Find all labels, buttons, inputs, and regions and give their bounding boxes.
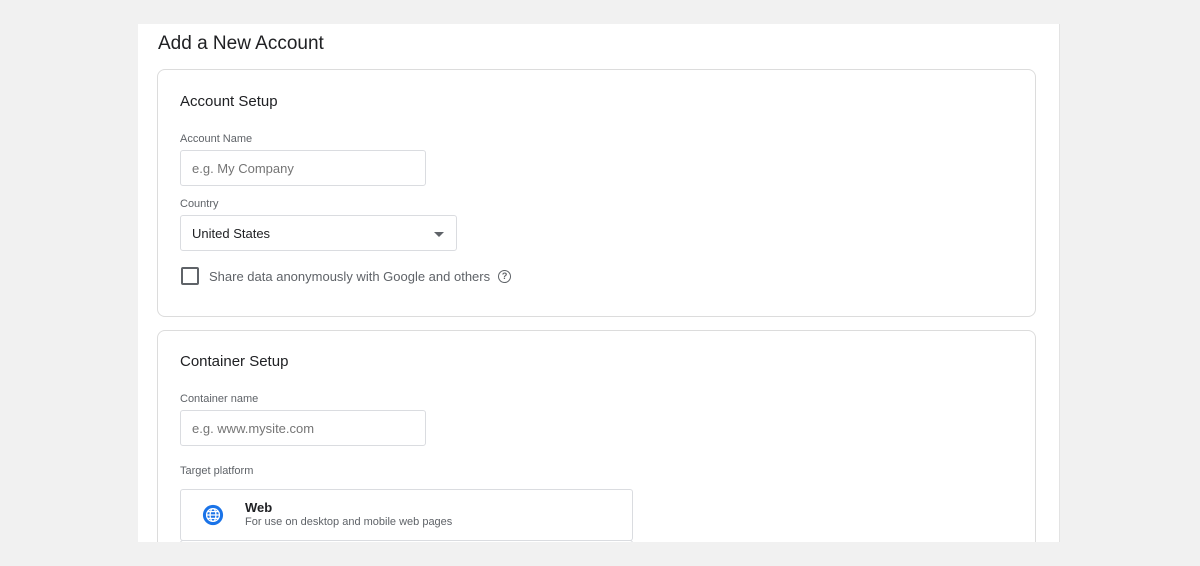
- dropdown-arrow-icon: [434, 232, 444, 237]
- main-panel: Add a New Account Account Setup Account …: [138, 24, 1060, 542]
- country-select-value: United States: [192, 226, 271, 241]
- account-setup-card: Account Setup Account Name Country Unite…: [157, 69, 1036, 317]
- platform-name: Web: [245, 500, 273, 515]
- container-name-input[interactable]: [180, 410, 426, 446]
- account-name-input[interactable]: [180, 150, 426, 186]
- share-data-row: Share data anonymously with Google and o…: [181, 266, 512, 286]
- container-setup-card: Container Setup Container name Target pl…: [157, 330, 1036, 542]
- page-title: Add a New Account: [158, 33, 324, 54]
- target-platform-label: Target platform: [180, 465, 254, 477]
- platform-description: For use on desktop and mobile web pages: [245, 516, 453, 528]
- country-select[interactable]: United States: [180, 215, 457, 251]
- share-data-checkbox[interactable]: [181, 267, 199, 285]
- globe-icon: [202, 504, 224, 526]
- country-label: Country: [180, 198, 219, 210]
- container-setup-title: Container Setup: [180, 353, 289, 370]
- platform-option-next[interactable]: [180, 540, 633, 542]
- account-setup-title: Account Setup: [180, 93, 278, 110]
- account-name-label: Account Name: [180, 133, 253, 145]
- share-data-label[interactable]: Share data anonymously with Google and o…: [209, 269, 490, 284]
- platform-option-web[interactable]: Web For use on desktop and mobile web pa…: [180, 489, 633, 541]
- container-name-label: Container name: [180, 393, 259, 405]
- help-icon[interactable]: ?: [498, 269, 512, 283]
